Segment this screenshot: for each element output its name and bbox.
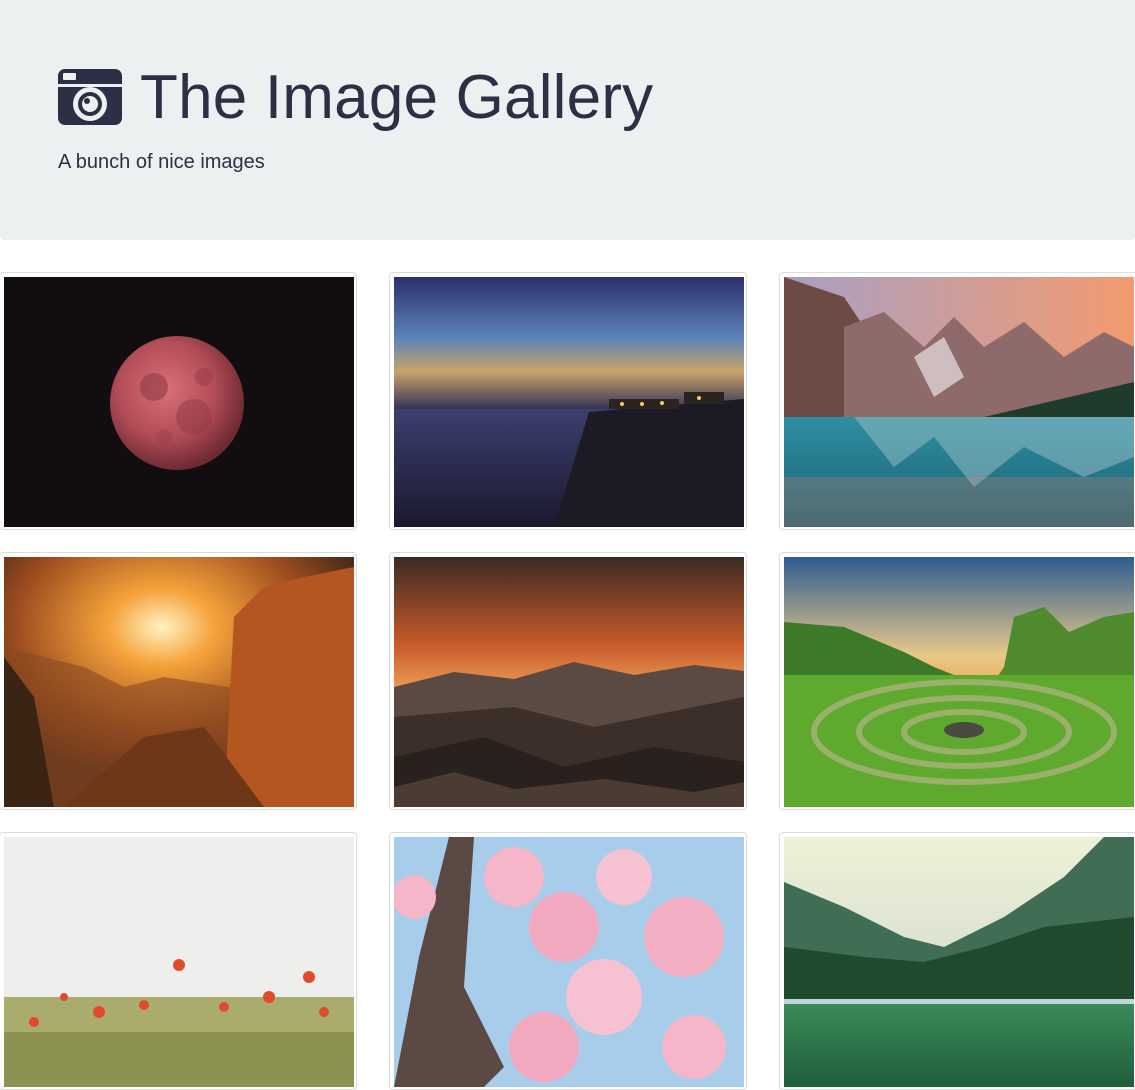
page-title: The Image Gallery xyxy=(140,63,654,132)
cherry-blossoms-image xyxy=(394,837,744,1087)
autumn-forest-image xyxy=(4,557,354,807)
gallery-thumbnail-beach-dusk[interactable] xyxy=(389,272,747,530)
gallery-thumbnail-forest-lake[interactable] xyxy=(779,832,1135,1090)
page-header: The Image Gallery A bunch of nice images xyxy=(0,0,1135,240)
mountain-lake-image xyxy=(784,277,1134,527)
forest-lake-image xyxy=(784,837,1134,1087)
mountain-sunset-image xyxy=(394,557,744,807)
camera-icon xyxy=(58,69,122,125)
beach-dusk-image xyxy=(394,277,744,527)
gallery-thumbnail-moon[interactable] xyxy=(0,272,357,530)
gallery-thumbnail-mountain-lake[interactable] xyxy=(779,272,1135,530)
poppies-image xyxy=(4,837,354,1087)
green-hills-image xyxy=(784,557,1134,807)
gallery-thumbnail-autumn-forest[interactable] xyxy=(0,552,357,810)
gallery-thumbnail-cherry-blossoms[interactable] xyxy=(389,832,747,1090)
page-subtitle: A bunch of nice images xyxy=(58,151,265,173)
gallery-thumbnail-mountain-sunset[interactable] xyxy=(389,552,747,810)
gallery-thumbnail-poppies[interactable] xyxy=(0,832,357,1090)
title-row: The Image Gallery xyxy=(58,62,653,134)
gallery-thumbnail-green-hills[interactable] xyxy=(779,552,1135,810)
moon-image xyxy=(4,277,354,527)
